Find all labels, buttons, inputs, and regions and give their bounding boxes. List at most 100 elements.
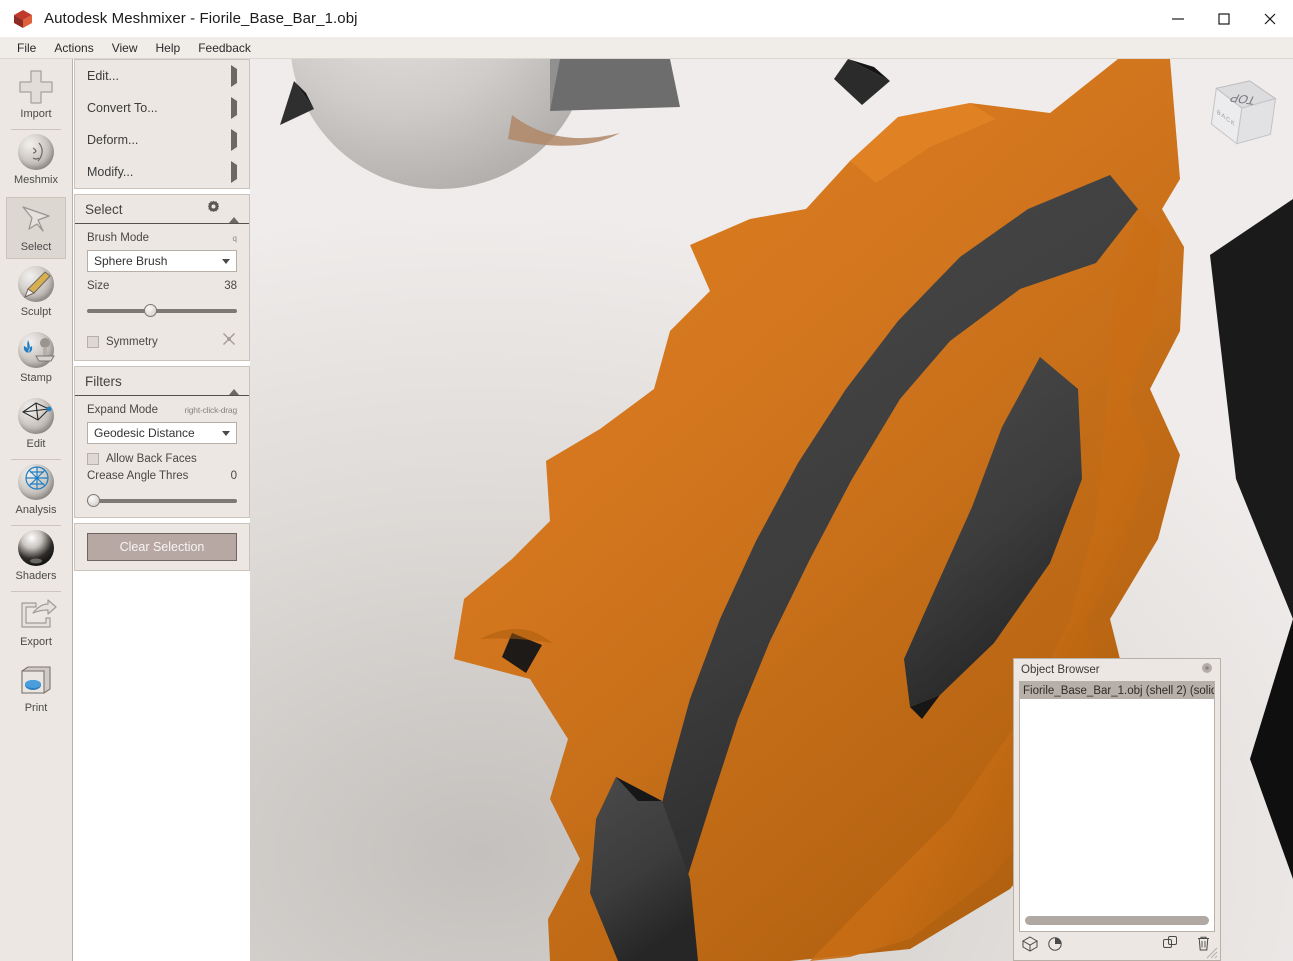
crease-angle-row: Crease Angle Thres 0 [75,467,249,484]
chevron-right-icon [231,165,237,179]
menu-actions[interactable]: Actions [45,39,102,57]
tool-import[interactable]: Import [6,65,66,127]
select-section: Select Brush Mode q Sphere Brush [74,194,250,361]
shader-sphere-icon [14,527,58,569]
expand-mode-label: Expand Mode [87,404,158,416]
slider-track [87,309,237,313]
rail-divider [11,129,61,130]
panel-menu-label: Edit... [87,69,119,83]
clear-selection-group: Clear Selection [74,523,250,571]
tool-analysis[interactable]: Analysis [6,461,66,523]
tool-label: Analysis [16,504,57,516]
crease-angle-label: Crease Angle Thres [87,470,188,482]
chevron-up-icon[interactable] [229,200,239,218]
meshmixer-window: Autodesk Meshmixer - Fiorile_Base_Bar_1.… [0,0,1293,961]
filters-section-title: Filters [85,374,122,389]
pin-icon[interactable] [1201,661,1213,679]
chevron-down-icon [222,259,230,264]
menu-feedback[interactable]: Feedback [189,39,260,57]
navigation-cube[interactable]: TOP BACK [1201,68,1281,160]
size-row: Size 38 [75,272,249,294]
app-icon [12,8,34,30]
horizontal-scrollbar[interactable] [1025,916,1209,925]
object-browser-title: Object Browser [1021,664,1100,676]
close-button[interactable] [1247,0,1293,37]
select-section-title: Select [85,202,123,217]
expand-mode-select[interactable]: Geodesic Distance [87,422,237,444]
rail-divider [11,459,61,460]
filters-section-header[interactable]: Filters [75,367,249,396]
minimize-button[interactable] [1155,0,1201,37]
object-browser-footer [1014,932,1220,960]
analysis-sphere-icon [14,461,58,503]
export-arrow-icon [14,593,58,635]
expand-mode-hint: right-click-drag [184,405,237,415]
symmetry-row: Symmetry [75,327,249,360]
expand-mode-value: Geodesic Distance [94,426,195,440]
object-list[interactable]: Fiorile_Base_Bar_1.obj (shell 2) (solid) [1019,681,1215,932]
stamp-sphere-icon [14,329,58,371]
panel-menu-label: Deform... [87,133,138,147]
face-sphere-icon [14,131,58,173]
tool-edit[interactable]: Edit [6,395,66,457]
tool-label: Sculpt [21,306,52,318]
tool-label: Print [25,702,48,714]
menu-help[interactable]: Help [147,39,190,57]
panel-menu-convert-to[interactable]: Convert To... [75,92,249,124]
crease-angle-slider[interactable] [87,493,237,507]
filters-section: Filters Expand Mode right-click-drag Geo… [74,366,250,518]
tool-label: Select [21,241,52,253]
tool-label: Export [20,636,52,648]
symmetry-checkbox[interactable] [87,336,99,348]
select-section-header[interactable]: Select [75,195,249,224]
gear-icon[interactable] [207,200,220,218]
size-value: 38 [224,280,237,292]
tool-select[interactable]: Select [6,197,66,259]
tool-stamp[interactable]: Stamp [6,329,66,391]
tool-properties-panel: Edit... Convert To... Deform... Modify..… [74,59,250,576]
tool-print[interactable]: Print [6,659,66,721]
slider-track [87,499,237,503]
chevron-right-icon [231,101,237,115]
tool-export[interactable]: Export [6,593,66,655]
brush-mode-select[interactable]: Sphere Brush [87,250,237,272]
chevron-up-icon[interactable] [229,372,239,390]
resize-grip[interactable] [1206,946,1218,958]
panel-menu-deform[interactable]: Deform... [75,124,249,156]
size-slider[interactable] [87,303,237,317]
chevron-down-icon [222,431,230,436]
allow-back-faces-checkbox[interactable] [87,453,99,465]
tool-meshmix[interactable]: Meshmix [6,131,66,193]
clear-selection-button[interactable]: Clear Selection [87,533,237,561]
slider-knob[interactable] [87,494,100,507]
rail-divider [11,591,61,592]
panel-menu-label: Convert To... [87,101,158,115]
pie-toggle-icon[interactable] [1047,936,1063,957]
maximize-button[interactable] [1201,0,1247,37]
object-browser-header: Object Browser [1014,659,1220,681]
expand-mode-row: Expand Mode right-click-drag [75,396,249,418]
tool-shaders[interactable]: Shaders [6,527,66,589]
allow-back-faces-label: Allow Back Faces [106,453,197,465]
panel-menu-edit[interactable]: Edit... [75,60,249,92]
chevron-right-icon [231,69,237,83]
cube-wire-icon[interactable] [1022,936,1038,957]
menu-file[interactable]: File [8,39,45,57]
menu-bar: File Actions View Help Feedback [0,37,1293,59]
menu-view[interactable]: View [103,39,147,57]
panel-menu-modify[interactable]: Modify... [75,156,249,188]
slider-knob[interactable] [144,304,157,317]
brush-sphere-icon [14,263,58,305]
brush-mode-label: Brush Mode [87,232,149,244]
duplicate-icon[interactable] [1162,935,1179,957]
list-item[interactable]: Fiorile_Base_Bar_1.obj (shell 2) (solid) [1020,682,1215,699]
window-title: Autodesk Meshmixer - Fiorile_Base_Bar_1.… [44,10,358,27]
brush-mode-shortcut: q [233,234,237,243]
tool-label: Edit [27,438,46,450]
tool-sculpt[interactable]: Sculpt [6,263,66,325]
panel-menu-label: Modify... [87,165,133,179]
printer-icon [14,659,58,701]
object-browser-panel[interactable]: Object Browser Fiorile_Base_Bar_1.obj (s… [1013,658,1221,961]
wrench-icon[interactable] [221,331,237,352]
crease-angle-value: 0 [231,470,237,482]
